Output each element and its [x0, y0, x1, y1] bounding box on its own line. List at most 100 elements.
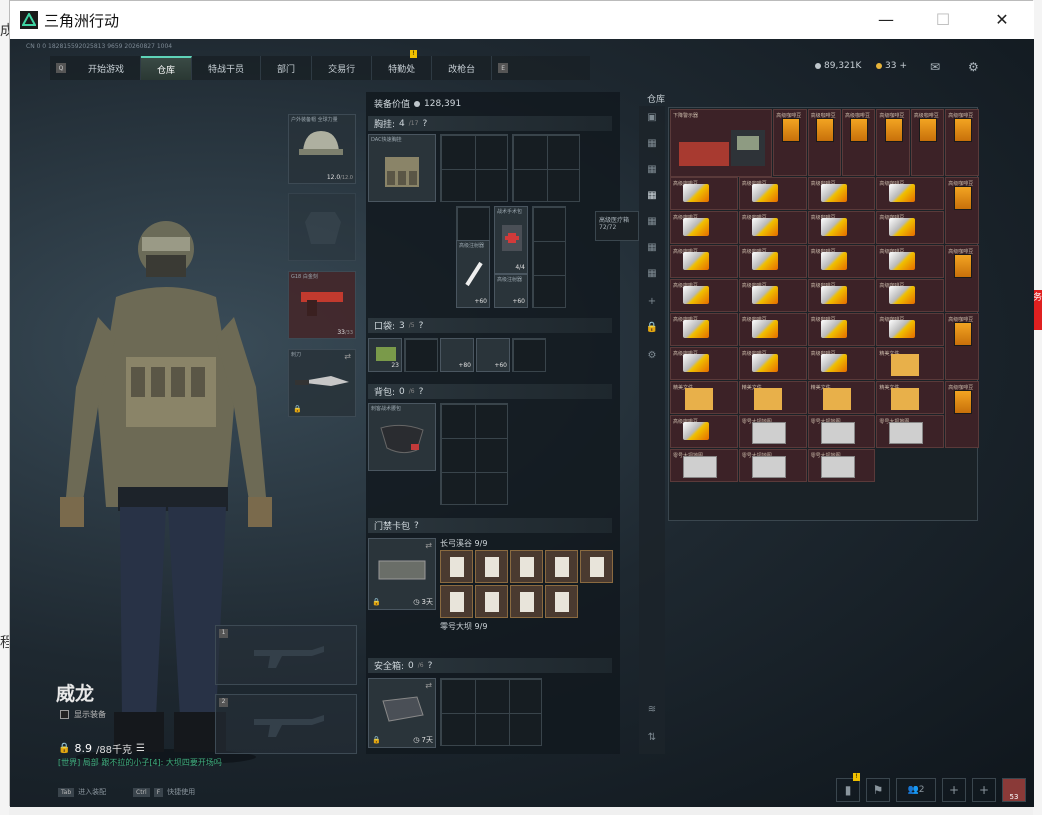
layers-icon[interactable]: ≋ [643, 704, 661, 718]
keycard-case-item[interactable]: ⇄ 🔒 ◷ 3天 [368, 538, 436, 610]
stash-item-silver[interactable]: 高级咖啡豆 [876, 279, 945, 312]
stash-tab-6-icon[interactable]: ▦ [643, 268, 661, 282]
chest-grid[interactable] [532, 206, 566, 308]
add-party-slot[interactable]: + [942, 778, 966, 802]
help-icon[interactable]: ? [414, 521, 419, 531]
stash-item-paper[interactable]: 精美文件 [876, 347, 945, 380]
stash-item-silver[interactable]: 高级咖啡豆 [738, 279, 807, 312]
maximize-button[interactable]: ☐ [923, 5, 963, 33]
stash-item-silver[interactable]: 高级咖啡豆 [670, 279, 738, 312]
settings-gear-icon[interactable]: ⚙ [968, 60, 979, 74]
helmet-slot[interactable]: 户外装备帽 全球力量 12.0/12.0 [288, 114, 356, 184]
stash-item-large[interactable]: 下降警示器 [670, 109, 772, 177]
tab-special-ops[interactable]: ! 特勤处 [372, 50, 433, 80]
friends-button[interactable]: 👥 2 [896, 778, 936, 802]
currency-premium[interactable]: 33 + [876, 61, 907, 71]
stash-item-gold[interactable]: 高级咖啡豆 [945, 177, 979, 244]
swap-icon[interactable]: ⇄ [344, 352, 351, 361]
settings-icon[interactable]: ⚙ [643, 350, 661, 364]
pocket-item-injector[interactable]: +60 [476, 338, 510, 372]
stash-item-gold[interactable]: 高级咖啡豆 [945, 313, 979, 380]
pocket-slot[interactable] [404, 338, 438, 372]
backpack-grid[interactable] [440, 403, 508, 505]
stash-tab-3-icon[interactable]: ▦ [643, 190, 661, 204]
chest-grid[interactable] [440, 134, 508, 202]
flag-icon[interactable]: ⚑ [866, 778, 890, 802]
nav-prev-key[interactable]: Q [56, 63, 66, 73]
show-equip-toggle[interactable]: 显示装备 [60, 709, 106, 720]
stash-item-silver[interactable]: 高级咖啡豆 [738, 211, 807, 244]
stash-item-gold[interactable]: 高级咖啡豆 [910, 109, 945, 176]
keycard-item[interactable] [510, 550, 543, 583]
injector-item[interactable]: 高级注射器 +60 [494, 274, 528, 308]
armor-slot-empty[interactable] [288, 193, 356, 261]
stash-item-silver[interactable]: 高级咖啡豆 [876, 245, 945, 278]
minimize-button[interactable]: — [866, 5, 906, 33]
keycard-item[interactable] [580, 550, 613, 583]
mail-icon[interactable]: ✉ [930, 60, 940, 74]
safe-box-grid[interactable] [440, 678, 542, 746]
stash-item-silver[interactable]: 高级咖啡豆 [670, 313, 738, 346]
tab-gunsmith[interactable]: 改枪台 [432, 56, 493, 80]
keycard-item[interactable] [545, 585, 578, 618]
stash-item-gold[interactable]: 高级咖啡豆 [807, 109, 841, 176]
stash-item-silver[interactable]: 高级咖啡豆 [807, 211, 876, 244]
chest-grid[interactable] [512, 134, 580, 202]
tab-start-game[interactable]: 开始游戏 [72, 56, 142, 80]
help-icon[interactable]: ? [419, 321, 424, 331]
stash-item-paper[interactable]: 精美文件 [807, 381, 876, 414]
tab-departments[interactable]: 部门 [261, 56, 313, 80]
checkbox[interactable] [60, 710, 69, 719]
pistol-slot[interactable]: G18 白金刻 33/33 [288, 271, 356, 339]
backpack-item[interactable]: 刺客战术腰包 [368, 403, 436, 471]
primary-weapon-slot-1[interactable]: 1 [215, 625, 357, 685]
player-avatar[interactable]: 53 [1002, 778, 1026, 802]
keycard-item[interactable] [440, 585, 473, 618]
stash-item-silver[interactable]: 高级咖啡豆 [876, 313, 945, 346]
stash-item-gold[interactable]: 高级咖啡豆 [945, 245, 979, 312]
swap-icon[interactable]: ⇄ [425, 541, 432, 550]
stash-item-silver[interactable]: 高级咖啡豆 [807, 347, 876, 380]
add-tab-icon[interactable]: + [643, 296, 661, 310]
stash-item-silver[interactable]: 高级咖啡豆 [670, 177, 738, 210]
keycard-item[interactable] [545, 550, 578, 583]
stats-icon[interactable]: ▮! [836, 773, 860, 802]
injector-item[interactable]: 高级注射器 +60 [456, 240, 490, 308]
stash-item-silver[interactable]: 高级咖啡豆 [670, 347, 738, 380]
tab-warehouse[interactable]: 仓库 [141, 56, 193, 80]
chest-rig-item[interactable]: DAC快速胸挂 [368, 134, 436, 202]
stash-item-gold[interactable]: 高级咖啡豆 [876, 109, 910, 176]
keycard-item[interactable] [475, 550, 508, 583]
safe-box-item[interactable]: ⇄ 🔒 ◷ 7天 [368, 678, 436, 748]
keycard-item[interactable] [475, 585, 508, 618]
stash-item-silver[interactable]: 高级咖啡豆 [738, 177, 807, 210]
close-button[interactable]: ✕ [982, 5, 1022, 33]
lock-icon[interactable]: 🔒 [643, 322, 661, 336]
add-party-slot[interactable]: + [972, 778, 996, 802]
stash-item-silver[interactable]: 高级咖啡豆 [670, 415, 738, 448]
stash-item-silver[interactable]: 高级咖啡豆 [738, 347, 807, 380]
surgery-kit-item[interactable]: 战术手术包 4/4 [494, 206, 528, 274]
stash-item-gold[interactable]: 高级咖啡豆 [945, 381, 979, 448]
tab-operators[interactable]: 特战干员 [192, 56, 262, 80]
stash-item-map[interactable]: 零号大坝地图 [807, 415, 876, 448]
pocket-slot[interactable] [512, 338, 546, 372]
stash-tab-4-icon[interactable]: ▦ [643, 216, 661, 230]
stash-tab-1-icon[interactable]: ▦ [643, 138, 661, 152]
stash-item-map[interactable]: 零号大坝地图 [876, 415, 945, 448]
stash-tab-5-icon[interactable]: ▦ [643, 242, 661, 256]
stash-item-paper[interactable]: 精美文件 [876, 381, 945, 414]
help-icon[interactable]: ? [419, 387, 424, 397]
add-currency-button[interactable]: + [899, 61, 907, 71]
stash-tab-2-icon[interactable]: ▦ [643, 164, 661, 178]
stash-item-silver[interactable]: 高级咖啡豆 [670, 211, 738, 244]
stash-item-map[interactable]: 零号大坝地图 [738, 449, 807, 482]
pocket-item-ammo[interactable]: 23 [368, 338, 402, 372]
help-icon[interactable]: ? [422, 119, 427, 129]
tab-trading[interactable]: 交易行 [312, 56, 373, 80]
sort-icon[interactable]: ⇅ [643, 732, 661, 746]
stash-item-silver[interactable]: 高级咖啡豆 [807, 177, 876, 210]
stash-item-silver[interactable]: 高级咖啡豆 [807, 279, 876, 312]
stash-item-silver[interactable]: 高级咖啡豆 [670, 245, 738, 278]
keycard-item[interactable] [510, 585, 543, 618]
